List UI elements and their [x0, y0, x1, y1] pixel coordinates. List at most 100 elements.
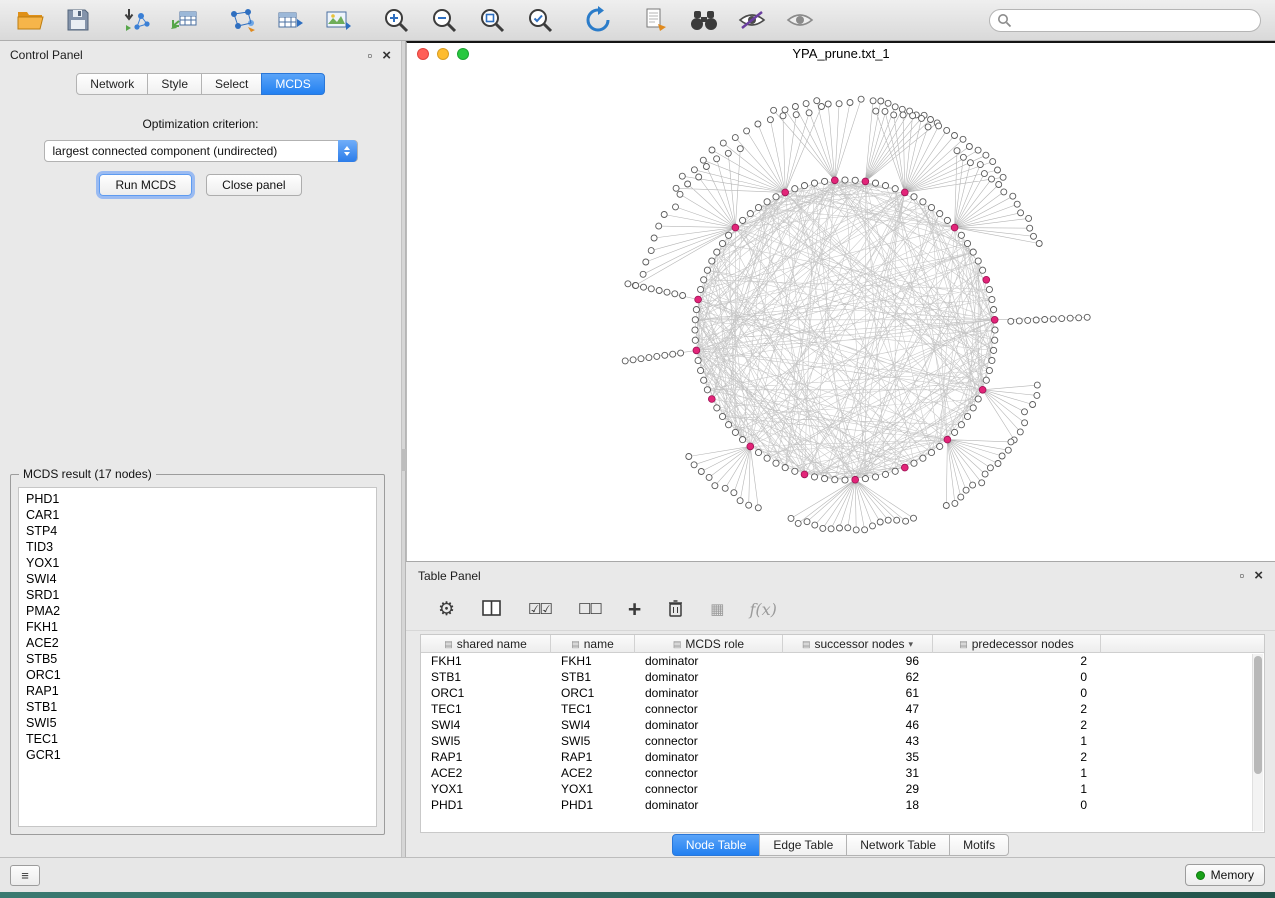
- table-row[interactable]: TEC1TEC1connector472: [421, 701, 1264, 717]
- list-item[interactable]: CAR1: [26, 507, 376, 523]
- control-panel-tabs: Network Style Select MCDS: [0, 73, 401, 95]
- tab-mcds[interactable]: MCDS: [261, 73, 324, 95]
- table-row[interactable]: SWI5SWI5connector431: [421, 733, 1264, 749]
- apply-layout-button[interactable]: [582, 5, 614, 35]
- tab-motifs[interactable]: Motifs: [949, 834, 1009, 856]
- float-panel-icon[interactable]: ▫: [368, 49, 373, 62]
- copy-document-button[interactable]: [640, 5, 672, 35]
- table-row[interactable]: STB1STB1dominator620: [421, 669, 1264, 685]
- column-header-successor-nodes[interactable]: ▤ successor nodes ▾: [783, 635, 933, 653]
- tab-node-table[interactable]: Node Table: [672, 834, 761, 856]
- table-cell: 61: [783, 686, 933, 700]
- list-item[interactable]: SWI4: [26, 571, 376, 587]
- zoom-selected-button[interactable]: [524, 5, 556, 35]
- table-row[interactable]: PHD1PHD1dominator180: [421, 797, 1264, 813]
- list-item[interactable]: YOX1: [26, 555, 376, 571]
- table-cell: YOX1: [551, 782, 635, 796]
- save-session-button[interactable]: [62, 5, 94, 35]
- list-item[interactable]: ORC1: [26, 667, 376, 683]
- list-item[interactable]: TID3: [26, 539, 376, 555]
- clear-table-icon: ▦: [710, 602, 722, 617]
- main-area: Control Panel ▫ × Network Style Select M…: [0, 41, 1275, 857]
- tab-style[interactable]: Style: [147, 73, 202, 95]
- tab-select[interactable]: Select: [201, 73, 262, 95]
- table-cell: 47: [783, 702, 933, 716]
- scrollbar-thumb[interactable]: [1254, 656, 1262, 774]
- control-panel-title: Control Panel: [10, 48, 83, 62]
- export-table-button[interactable]: [274, 5, 306, 35]
- delete-column-icon[interactable]: [668, 599, 683, 621]
- table-cell: ACE2: [551, 766, 635, 780]
- table-cell: 62: [783, 670, 933, 684]
- table-settings-gear-icon[interactable]: ⚙: [438, 600, 455, 619]
- table-toolbar: ⚙ ☑☑ ☐☐ +: [406, 589, 1275, 631]
- tab-edge-table[interactable]: Edge Table: [759, 834, 847, 856]
- float-table-panel-icon[interactable]: ▫: [1240, 569, 1245, 582]
- search-input[interactable]: [989, 9, 1261, 32]
- list-item[interactable]: PHD1: [26, 491, 376, 507]
- column-header-shared-name[interactable]: ▤ shared name: [421, 635, 551, 653]
- tab-network[interactable]: Network: [76, 73, 148, 95]
- search-network-button[interactable]: [688, 5, 720, 35]
- zoom-fit-button[interactable]: [476, 5, 508, 35]
- column-header-predecessor-nodes[interactable]: ▤ predecessor nodes: [933, 635, 1101, 653]
- column-header-mcds-role[interactable]: ▤ MCDS role: [635, 635, 783, 653]
- table-row[interactable]: ACE2ACE2connector311: [421, 765, 1264, 781]
- table-cell: TEC1: [551, 702, 635, 716]
- list-item[interactable]: SRD1: [26, 587, 376, 603]
- list-item[interactable]: PMA2: [26, 603, 376, 619]
- network-view[interactable]: [407, 64, 1275, 561]
- import-table-button[interactable]: [168, 5, 200, 35]
- table-row[interactable]: RAP1RAP1dominator352: [421, 749, 1264, 765]
- trash-icon: [668, 599, 683, 617]
- main-toolbar: [0, 0, 1275, 41]
- refresh-icon: [584, 6, 612, 34]
- mcds-result-list[interactable]: PHD1CAR1STP4TID3YOX1SWI4SRD1PMA2FKH1ACE2…: [18, 487, 377, 827]
- list-item[interactable]: STB5: [26, 651, 376, 667]
- close-panel-icon[interactable]: ×: [382, 48, 391, 63]
- eye-icon: [785, 9, 815, 31]
- memory-button[interactable]: Memory: [1185, 864, 1265, 886]
- table-row[interactable]: ORC1ORC1dominator610: [421, 685, 1264, 701]
- list-item[interactable]: ACE2: [26, 635, 376, 651]
- zoom-in-button[interactable]: [380, 5, 412, 35]
- table-row[interactable]: FKH1FKH1dominator962: [421, 653, 1264, 669]
- zoom-out-button[interactable]: [428, 5, 460, 35]
- hide-details-button[interactable]: [736, 5, 768, 35]
- select-all-rows-icon[interactable]: ☑☑: [528, 602, 551, 617]
- table-panel-titlebar: Table Panel ▫ ×: [406, 562, 1275, 589]
- close-panel-button[interactable]: Close panel: [206, 174, 301, 196]
- add-column-icon[interactable]: +: [628, 598, 641, 621]
- column-visibility-icon[interactable]: [482, 600, 501, 620]
- table-scrollbar[interactable]: [1252, 654, 1263, 831]
- table-cell: 18: [783, 798, 933, 812]
- close-table-panel-icon[interactable]: ×: [1254, 568, 1263, 583]
- import-network-button[interactable]: [120, 5, 152, 35]
- column-header-name[interactable]: ▤ name: [551, 635, 635, 653]
- table-cell: STB1: [551, 670, 635, 684]
- table-cell: TEC1: [421, 702, 551, 716]
- run-mcds-button[interactable]: Run MCDS: [99, 174, 192, 196]
- list-item[interactable]: STP4: [26, 523, 376, 539]
- table-cell: 1: [933, 734, 1101, 748]
- table-row[interactable]: SWI4SWI4dominator462: [421, 717, 1264, 733]
- table-panel: Table Panel ▫ × ⚙ ☑☑ ☐☐: [406, 561, 1275, 857]
- table-cell: dominator: [635, 670, 783, 684]
- criterion-dropdown[interactable]: largest connected component (undirected): [44, 140, 358, 162]
- open-session-button[interactable]: [14, 5, 46, 35]
- list-item[interactable]: GCR1: [26, 747, 376, 763]
- list-item[interactable]: SWI5: [26, 715, 376, 731]
- list-item[interactable]: STB1: [26, 699, 376, 715]
- show-log-button[interactable]: ≡: [10, 865, 40, 886]
- export-network-button[interactable]: [226, 5, 258, 35]
- show-details-button[interactable]: [784, 5, 816, 35]
- list-item[interactable]: FKH1: [26, 619, 376, 635]
- list-item[interactable]: RAP1: [26, 683, 376, 699]
- export-image-button[interactable]: [322, 5, 354, 35]
- table-row[interactable]: YOX1YOX1connector291: [421, 781, 1264, 797]
- deselect-all-rows-icon[interactable]: ☐☐: [578, 602, 601, 617]
- table-cell: 43: [783, 734, 933, 748]
- tab-network-table[interactable]: Network Table: [846, 834, 950, 856]
- list-item[interactable]: TEC1: [26, 731, 376, 747]
- table-header: ▤ shared name ▤ name ▤ MCDS role ▤: [421, 635, 1264, 653]
